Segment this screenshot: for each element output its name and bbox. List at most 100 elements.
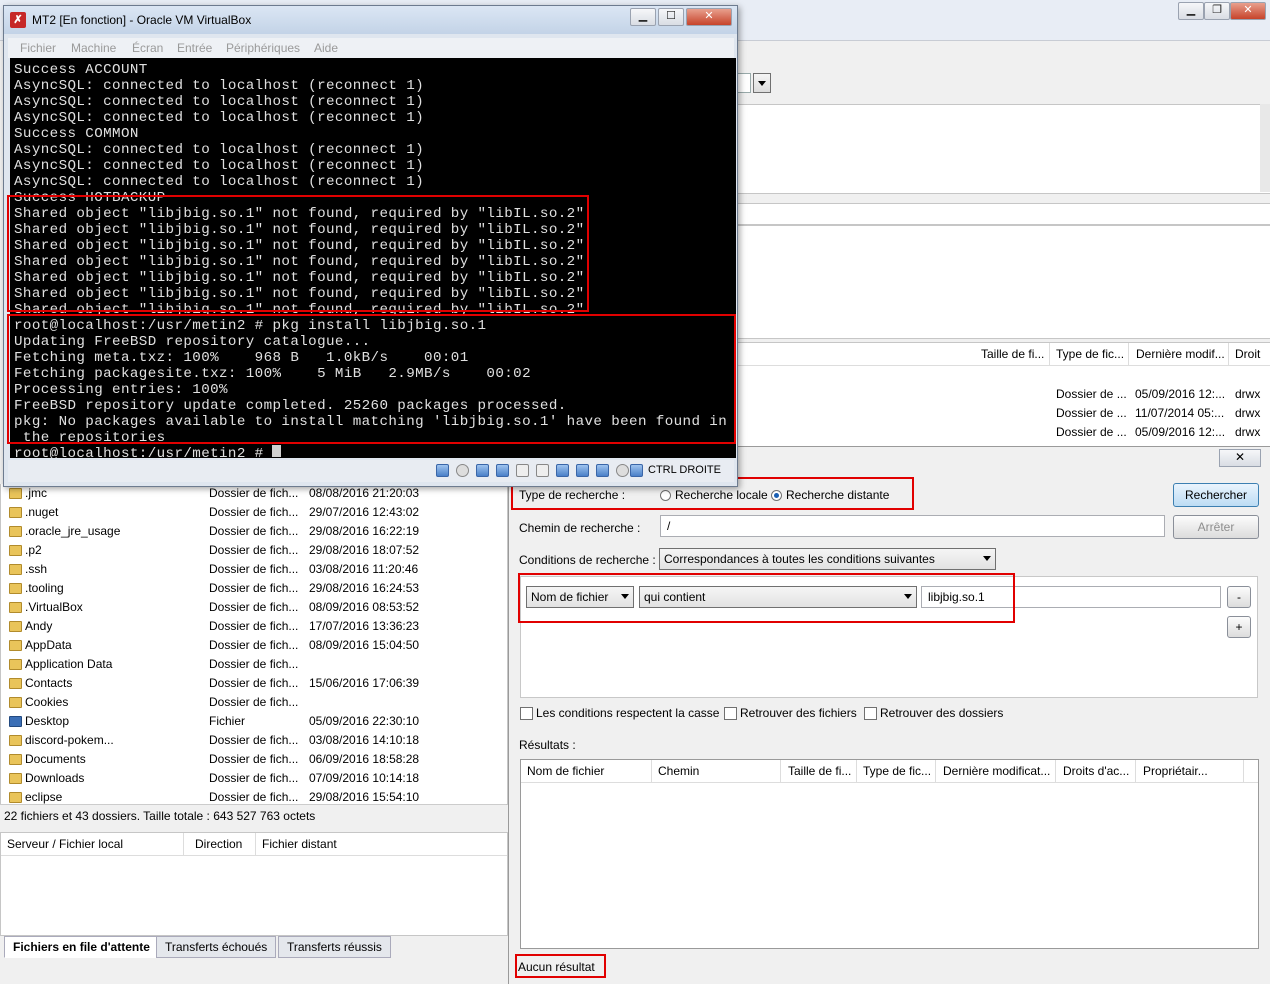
local-file-row[interactable]: .nuget Dossier de fich... 29/07/2016 12:43… (1, 503, 507, 522)
keyboard-capture-icon[interactable] (630, 464, 643, 477)
radio-local-search[interactable] (660, 490, 671, 501)
local-file-date: 29/08/2016 18:07:52 (309, 543, 419, 557)
chevron-down-icon (904, 594, 912, 599)
queue-tabs: Fichiers en file d'attente Transferts éc… (0, 934, 508, 958)
radio-local-label[interactable]: Recherche locale (675, 488, 768, 502)
local-file-name: .nuget (25, 505, 59, 519)
remote-col-size[interactable]: Taille de fi... (975, 343, 1050, 365)
local-file-row[interactable]: .oracle_jre_usage Dossier de fich... 29/08… (1, 522, 507, 541)
terminal-line: Shared object "libjbig.so.1" not found, … (14, 222, 585, 238)
local-file-row[interactable]: .tooling Dossier de fich... 29/08/2016 16:… (1, 579, 507, 598)
optical-drive-icon[interactable] (456, 464, 469, 477)
results-col-modified[interactable]: Dernière modificat... (937, 760, 1056, 782)
cpu-icon[interactable] (576, 464, 589, 477)
search-button[interactable]: Rechercher (1173, 483, 1259, 507)
video-capture-icon[interactable] (556, 464, 569, 477)
mouse-integration-icon[interactable] (596, 464, 609, 477)
local-file-row[interactable]: Desktop Fichier 05/09/2016 22:30:10 (1, 712, 507, 731)
local-file-row[interactable]: AppData Dossier de fich... 08/09/2016 15:0… (1, 636, 507, 655)
results-col-type[interactable]: Type de fic... (857, 760, 936, 782)
results-col-perms[interactable]: Droits d'ac... (1057, 760, 1136, 782)
local-file-row[interactable]: .ssh Dossier de fich... 03/08/2016 11:20:4… (1, 560, 507, 579)
menu-peripheriques[interactable]: Périphériques (226, 41, 300, 55)
menu-entree[interactable]: Entrée (177, 41, 212, 55)
radio-remote-label[interactable]: Recherche distante (786, 488, 889, 502)
checkbox-case-label[interactable]: Les conditions respectent la casse (536, 706, 719, 720)
vm-console-screen[interactable]: Success ACCOUNT AsyncSQL: connected to lo… (10, 58, 736, 458)
conditions-match-select[interactable]: Correspondances à toutes les conditions … (659, 548, 996, 570)
quickconnect-history-dropdown[interactable] (735, 73, 771, 93)
vbox-minimize-icon[interactable]: ▁ (630, 8, 656, 26)
menu-aide[interactable]: Aide (314, 41, 338, 55)
search-path-input[interactable] (660, 515, 1165, 537)
dialog-close-icon[interactable]: ✕ (1219, 449, 1261, 467)
local-file-row[interactable]: Documents Dossier de fich... 06/09/2016 18… (1, 750, 507, 769)
condition-operator-select[interactable]: qui contient (639, 586, 917, 608)
conditions-match-value: Correspondances à toutes les conditions … (664, 552, 935, 566)
queue-col-remote[interactable]: Fichier distant (256, 833, 462, 855)
message-log-scrollbar[interactable] (1260, 104, 1270, 192)
local-file-name: discord-pokem... (25, 733, 114, 747)
local-file-list: .jmc Dossier de fich... 08/08/2016 21:20:0… (0, 484, 508, 805)
local-file-row[interactable]: Downloads Dossier de fich... 07/09/2016 10… (1, 769, 507, 788)
local-file-type: Dossier de fich... (209, 581, 299, 595)
remote-path-bar[interactable] (736, 203, 1270, 225)
local-file-row[interactable]: Andy Dossier de fich... 17/07/2016 13:36:2… (1, 617, 507, 636)
remote-file-row[interactable]: Dossier de ... 05/09/2016 12:... drwx (737, 385, 1270, 404)
maximize-icon[interactable]: ❐ (1204, 2, 1230, 20)
vbox-maximize-icon[interactable]: ☐ (658, 8, 684, 26)
minimize-icon[interactable]: ▁ (1178, 2, 1204, 20)
tab-successful-transfers[interactable]: Transferts réussis (278, 936, 391, 958)
chevron-down-icon (983, 556, 991, 561)
usb-icon[interactable] (496, 464, 509, 477)
results-col-owner[interactable]: Propriétair... (1137, 760, 1244, 782)
local-file-type: Dossier de fich... (209, 733, 299, 747)
condition-field-select[interactable]: Nom de fichier (526, 586, 634, 608)
remote-col-type[interactable]: Type de fic... (1050, 343, 1129, 365)
terminal-line: AsyncSQL: connected to localhost (reconn… (14, 94, 425, 110)
checkbox-find-files[interactable] (724, 707, 737, 720)
hard-disk-icon[interactable] (436, 464, 449, 477)
checkbox-files-label[interactable]: Retrouver des fichiers (740, 706, 857, 720)
local-file-type: Dossier de fich... (209, 524, 299, 538)
tab-queued-files[interactable]: Fichiers en file d'attente (4, 936, 159, 958)
checkbox-case-sensitive[interactable] (520, 707, 533, 720)
terminal-line: pkg: No packages available to install ma… (14, 414, 728, 430)
queue-col-direction[interactable]: Direction (189, 833, 256, 855)
remove-condition-button[interactable]: - (1227, 586, 1251, 608)
local-file-name: Documents (25, 752, 86, 766)
remote-file-row[interactable]: Dossier de ... 11/07/2014 05:... drwx (737, 404, 1270, 423)
radio-remote-search[interactable] (771, 490, 782, 501)
results-col-path[interactable]: Chemin (652, 760, 781, 782)
network-icon[interactable] (476, 464, 489, 477)
local-file-row[interactable]: Cookies Dossier de fich... (1, 693, 507, 712)
menu-machine[interactable]: Machine (71, 41, 116, 55)
local-file-row[interactable]: Application Data Dossier de fich... (1, 655, 507, 674)
results-col-name[interactable]: Nom de fichier (521, 760, 652, 782)
local-file-type: Dossier de fich... (209, 543, 299, 557)
display-icon[interactable] (536, 464, 549, 477)
queue-col-local[interactable]: Serveur / Fichier local (1, 833, 184, 855)
vbox-close-icon[interactable]: ✕ (686, 8, 732, 26)
local-file-row[interactable]: .p2 Dossier de fich... 29/08/2016 18:07:52 (1, 541, 507, 560)
add-condition-button[interactable]: + (1227, 616, 1251, 638)
close-icon[interactable]: ✕ (1230, 2, 1266, 20)
menu-ecran[interactable]: Écran (132, 41, 163, 55)
remote-file-row[interactable]: Dossier de ... 05/09/2016 12:... drwx (737, 423, 1270, 442)
local-file-row[interactable]: Contacts Dossier de fich... 15/06/2016 17:… (1, 674, 507, 693)
stop-button[interactable]: Arrêter (1173, 515, 1259, 539)
shared-folders-icon[interactable] (516, 464, 529, 477)
tab-failed-transfers[interactable]: Transferts échoués (156, 936, 277, 958)
checkbox-dirs-label[interactable]: Retrouver des dossiers (880, 706, 1003, 720)
local-file-name: AppData (25, 638, 72, 652)
checkbox-find-dirs[interactable] (864, 707, 877, 720)
results-col-size[interactable]: Taille de fi... (782, 760, 857, 782)
condition-value-input[interactable] (921, 586, 1221, 608)
menu-fichier[interactable]: Fichier (20, 41, 56, 55)
remote-col-perms[interactable]: Droit (1229, 343, 1270, 365)
remote-col-modified[interactable]: Dernière modif... (1130, 343, 1229, 365)
local-file-row[interactable]: .VirtualBox Dossier de fich... 08/09/2016 … (1, 598, 507, 617)
local-file-row[interactable]: discord-pokem... Dossier de fich... 03/08/… (1, 731, 507, 750)
audio-icon[interactable] (616, 464, 629, 477)
terminal-line: FreeBSD repository update completed. 252… (14, 398, 567, 414)
